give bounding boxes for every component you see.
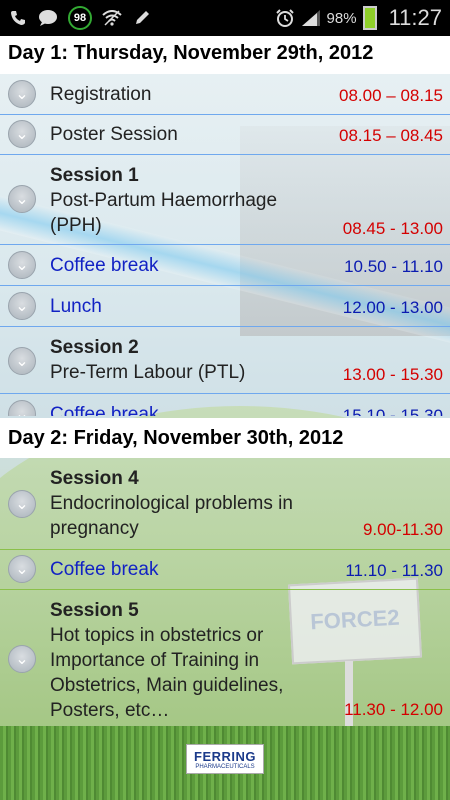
item-time: 08.00 – 08.15: [339, 86, 443, 105]
item-time: 08.45 - 13.00: [342, 219, 443, 238]
list-item[interactable]: ⌄ Session 2 Pre-Term Labour (PTL) 13.00 …: [0, 327, 450, 392]
ferring-logo: FERRING PHARMACEUTICALS: [186, 744, 264, 774]
wifi-icon: [102, 8, 122, 28]
list-item[interactable]: ⌄ Poster Session 08.15 – 08.45: [0, 115, 450, 154]
item-label: Poster Session: [50, 124, 178, 145]
item-time: 9.00-11.30: [362, 520, 443, 539]
list-item[interactable]: ⌄ Coffee break 15.10 - 15.30: [0, 394, 450, 416]
chevron-down-icon[interactable]: ⌄: [8, 120, 36, 148]
chevron-down-icon[interactable]: ⌄: [8, 347, 36, 375]
chevron-down-icon[interactable]: ⌄: [8, 80, 36, 108]
item-time: 12.00 - 13.00: [342, 298, 443, 317]
signal-strength-icon: [301, 8, 321, 28]
item-label: Pre-Term Labour (PTL): [50, 362, 246, 383]
item-label: Coffee break: [50, 255, 159, 276]
chevron-down-icon[interactable]: ⌄: [8, 292, 36, 320]
item-time: 08.15 – 08.45: [339, 126, 443, 145]
chevron-down-icon[interactable]: ⌄: [8, 185, 36, 213]
session-title: Session 4: [50, 468, 139, 489]
item-time: 10.50 - 11.10: [344, 257, 443, 276]
notification-count-badge: 98: [68, 6, 92, 30]
item-label: Registration: [50, 84, 152, 105]
chevron-down-icon[interactable]: ⌄: [8, 645, 36, 673]
item-text: Session 1 Post-Partum Haemorrhage (PPH): [50, 163, 315, 238]
session-title: Session 2: [50, 337, 139, 358]
session-title: Session 5: [50, 600, 139, 621]
list-item[interactable]: ⌄ Lunch 12.00 - 13.00: [0, 286, 450, 326]
item-text: Session 2 Pre-Term Labour (PTL): [50, 335, 245, 385]
battery-percent: 98%: [326, 9, 357, 27]
pencil-icon: [132, 8, 152, 28]
chevron-down-icon[interactable]: ⌄: [8, 555, 36, 583]
item-time: 15.10 - 15.30: [342, 406, 443, 416]
item-label: Lunch: [50, 296, 102, 317]
item-label: Post-Partum Haemorrhage (PPH): [50, 190, 278, 236]
item-time: 11.30 - 12.00: [344, 700, 443, 719]
message-icon: [38, 8, 58, 28]
chevron-down-icon[interactable]: ⌄: [8, 400, 36, 416]
item-text: Session 4 Endocrinological problems in p…: [50, 466, 320, 541]
item-label: Coffee break: [50, 404, 159, 416]
list-item[interactable]: ⌄ Session 4 Endocrinological problems in…: [0, 458, 450, 548]
clock: 11:27: [388, 5, 442, 30]
alarm-clock-icon: [275, 8, 295, 28]
session-title: Session 1: [50, 165, 139, 186]
item-time: 13.00 - 15.30: [342, 365, 443, 384]
chevron-down-icon[interactable]: ⌄: [8, 251, 36, 279]
list-item[interactable]: ⌄ Registration 08.00 – 08.15: [0, 74, 450, 114]
item-text: Session 5 Hot topics in obstetrics or Im…: [50, 598, 315, 723]
item-label: Endocrinological problems in pregnancy: [50, 493, 293, 539]
list-item[interactable]: ⌄ Coffee break 10.50 - 11.10: [0, 245, 450, 285]
status-bar: 98 98% 11:27: [0, 0, 450, 36]
day2-header: Day 2: Friday, November 30th, 2012: [0, 418, 450, 458]
battery-icon: [362, 6, 377, 30]
item-label: Hot topics in obstetrics or Importance o…: [50, 625, 284, 721]
list-item[interactable]: ⌄ Session 5 Hot topics in obstetrics or …: [0, 590, 450, 725]
list-item[interactable]: ⌄ Coffee break 11.10 - 11.30: [0, 550, 450, 589]
day1-header: Day 1: Thursday, November 29th, 2012: [0, 36, 450, 74]
list-item[interactable]: ⌄ Session 1 Post-Partum Haemorrhage (PPH…: [0, 155, 450, 243]
logo-line1: FERRING: [194, 748, 256, 764]
logo-line2: PHARMACEUTICALS: [195, 763, 255, 770]
phone-icon: [8, 8, 28, 28]
item-label: Coffee break: [50, 559, 159, 580]
chevron-down-icon[interactable]: ⌄: [8, 490, 36, 518]
item-time: 11.10 - 11.30: [345, 561, 443, 580]
